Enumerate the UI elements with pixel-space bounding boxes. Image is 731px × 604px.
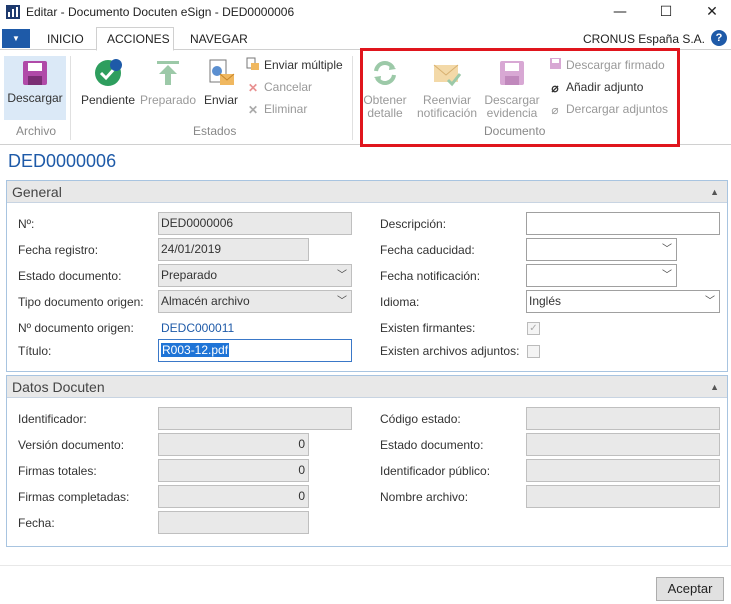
preparado-button[interactable]: Preparado [139,58,197,107]
firmas-totales-label: Firmas totales: [18,464,97,478]
send-icon [209,59,235,85]
arrow-up-icon [157,61,179,85]
adjuntos-label: Existen archivos adjuntos: [380,344,520,358]
highlight-box [360,48,680,147]
version-field: 0 [158,433,309,456]
fecha-field [158,511,309,534]
descargar-label: Descargar [7,91,63,105]
enviar-button[interactable]: Enviar [201,58,241,107]
titulo-label: Título: [18,344,52,358]
firmantes-checkbox: ✓ [527,322,540,335]
nombre-archivo-field [526,485,720,508]
delete-x-icon: ✕ [247,102,259,117]
close-button[interactable]: ✕ [689,0,731,26]
chevron-down-icon: ﹀ [337,270,347,281]
titulo-input[interactable]: R003-12.pdf [158,339,352,362]
chevron-down-icon[interactable]: ﹀ [662,265,672,286]
cancel-x-icon: ✕ [247,80,259,95]
fecha-label: Fecha: [18,516,55,530]
chevron-down-icon[interactable]: ﹀ [705,291,715,312]
firmantes-label: Existen firmantes: [380,321,476,335]
cancelar-label: Cancelar [264,80,313,94]
notificacion-label: Fecha notificación: [380,269,481,283]
descargar-button[interactable]: Descargar [4,56,66,120]
general-header-label: General [12,184,62,200]
page-title: DED0000006 [8,151,117,171]
chevron-down-icon[interactable]: ﹀ [662,239,672,260]
estado-label: Estado documento: [18,269,122,283]
identificador-publico-label: Identificador público: [380,464,491,478]
codigo-estado-label: Código estado: [380,412,461,426]
no-origen-link[interactable]: DEDC000011 [161,321,234,335]
minimize-button[interactable]: — [597,0,643,26]
footer-bar [0,565,731,604]
window-title: Editar - Documento Docuten eSign - DED00… [26,5,295,19]
identificador-label: Identificador: [18,412,87,426]
descripcion-input[interactable] [526,212,720,235]
aceptar-button[interactable]: Aceptar [656,577,724,601]
estado-documento-label: Estado documento: [380,438,484,452]
caducidad-input[interactable]: ﹀ [526,238,677,261]
enviar-multiple-button[interactable]: Enviar múltiple [246,57,343,73]
firmas-totales-field: 0 [158,459,309,482]
no-label: Nº: [18,217,35,231]
datos-header-label: Datos Docuten [12,379,105,395]
idioma-label: Idioma: [380,295,420,309]
company-name[interactable]: CRONUS España S.A. [583,32,705,46]
codigo-estado-field [526,407,720,430]
send-multiple-icon [246,57,260,75]
eliminar-label: Eliminar [264,102,308,116]
estado-value: Preparado [161,268,218,282]
firmas-completadas-field: 0 [158,485,309,508]
tab-navegar[interactable]: NAVEGAR [190,32,248,46]
estado-field: Preparado ﹀ [158,264,352,287]
adjuntos-checkbox [527,345,540,358]
tipo-origen-label: Tipo documento origen: [18,295,144,309]
caducidad-label: Fecha caducidad: [380,243,475,257]
idioma-select[interactable]: Inglés ﹀ [526,290,720,313]
fecha-registro-field: 24/01/2019 [158,238,309,261]
cancelar-button[interactable]: ✕ Cancelar [246,79,312,95]
collapse-chevron-icon[interactable]: ▲ [710,376,719,398]
help-icon[interactable]: ? [711,30,727,46]
tipo-origen-field: Almacén archivo ﹀ [158,290,352,313]
tab-acciones[interactable]: ACCIONES [107,32,170,46]
collapse-chevron-icon[interactable]: ▲ [710,181,719,203]
identificador-field [158,407,352,430]
title-bar: Editar - Documento Docuten eSign - DED00… [0,0,731,26]
enviar-label: Enviar [203,93,238,107]
preparado-label: Preparado [139,93,197,107]
idioma-value: Inglés [529,294,562,308]
enviar-multiple-label: Enviar múltiple [264,58,343,73]
descripcion-label: Descripción: [380,217,447,231]
firmas-completadas-label: Firmas completadas: [18,490,130,504]
titulo-value: R003-12.pdf [161,343,230,357]
group-estados-label: Estados [193,124,237,138]
save-icon [23,61,47,85]
notificacion-input[interactable]: ﹀ [526,264,677,287]
ribbon-separator [70,56,71,140]
maximize-button[interactable]: ☐ [643,0,689,26]
estado-documento-field [526,433,720,456]
eliminar-button[interactable]: ✕ Eliminar [246,101,307,117]
no-origen-label: Nº documento origen: [18,321,134,335]
chevron-down-icon: ﹀ [337,296,347,307]
no-field: DED0000006 [158,212,352,235]
version-label: Versión documento: [18,438,125,452]
general-section-header[interactable]: General ▲ [7,181,727,203]
fecha-registro-label: Fecha registro: [18,243,99,257]
pendiente-label: Pendiente [80,93,136,107]
group-archivo-label: Archivo [16,124,57,138]
tab-inicio[interactable]: INICIO [47,32,84,46]
pending-icon [95,59,122,86]
app-icon [6,5,20,19]
file-menu-button[interactable]: ▼ [2,29,30,48]
identificador-publico-field [526,459,720,482]
datos-section-header[interactable]: Datos Docuten ▲ [7,376,727,398]
pendiente-button[interactable]: Pendiente [80,58,136,107]
nombre-archivo-label: Nombre archivo: [380,490,469,504]
ribbon-separator [352,56,353,140]
tipo-origen-value: Almacén archivo [161,294,250,308]
